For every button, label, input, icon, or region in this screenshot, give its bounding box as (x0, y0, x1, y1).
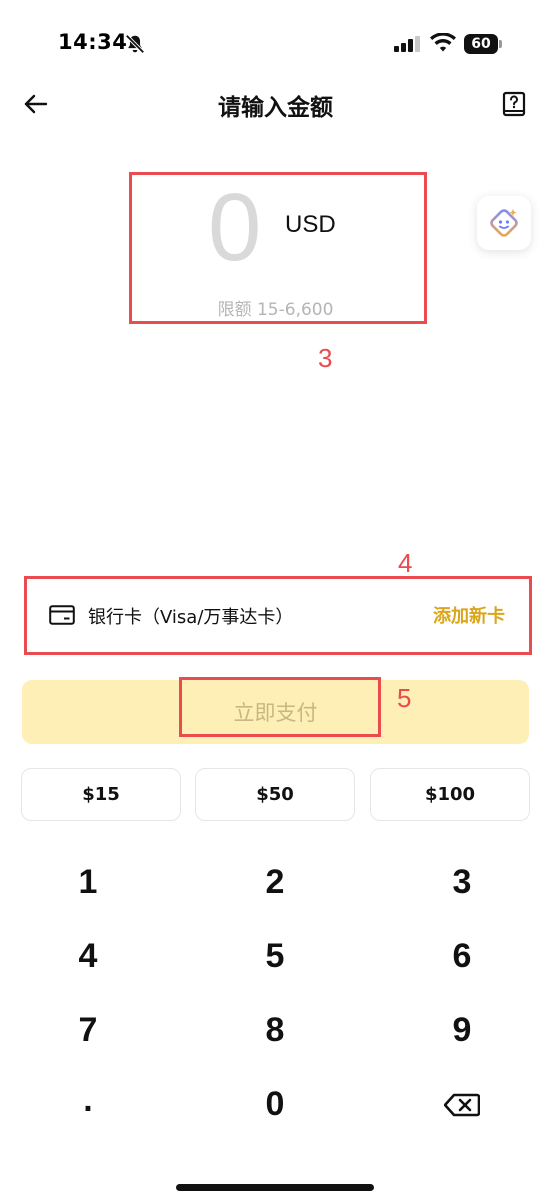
keypad-key-1[interactable]: 1 (18, 852, 158, 912)
keypad-key-7[interactable]: 7 (18, 1000, 158, 1060)
assistant-button[interactable] (477, 196, 531, 250)
page-title: 请输入金额 (218, 95, 333, 121)
keypad-key-3[interactable]: 3 (392, 852, 532, 912)
preset-amount-100[interactable]: $100 (370, 768, 530, 821)
battery-level: 60 (471, 36, 491, 52)
keypad-key-4[interactable]: 4 (18, 926, 158, 986)
wifi-icon (430, 33, 456, 52)
amount-limit: 限额 15-6,600 (217, 300, 334, 320)
preset-amount-15[interactable]: $15 (21, 768, 181, 821)
preset-amount-50[interactable]: $50 (195, 768, 355, 821)
annotation-number-amount: 3 (318, 343, 333, 373)
home-indicator (176, 1184, 374, 1191)
keypad-key-2[interactable]: 2 (205, 852, 345, 912)
status-time: 14:34 (58, 30, 128, 54)
keypad-key-8[interactable]: 8 (205, 1000, 345, 1060)
add-card-link[interactable]: 添加新卡 (433, 602, 505, 628)
battery-icon: 60 (464, 34, 502, 54)
amount-currency: USD (285, 211, 336, 238)
keypad-key-5[interactable]: 5 (205, 926, 345, 986)
annotation-number-payment: 4 (398, 548, 413, 578)
backspace-icon[interactable] (444, 1093, 480, 1117)
annotation-number-pay: 5 (397, 683, 412, 713)
keypad-key-9[interactable]: 9 (392, 1000, 532, 1060)
annotation-box-pay (179, 677, 381, 737)
signal-icon (394, 36, 420, 52)
payment-method-label: 银行卡（Visa/万事达卡） (88, 607, 294, 628)
keypad-key-6[interactable]: 6 (392, 926, 532, 986)
keypad-key-0[interactable]: 0 (205, 1074, 345, 1134)
assistant-face-icon (490, 209, 518, 237)
help-book-icon[interactable] (501, 91, 527, 119)
bell-slash-icon (125, 34, 145, 54)
amount-value[interactable]: 0 (208, 178, 261, 278)
credit-card-icon (49, 605, 75, 625)
status-bar: 14:34 60 (0, 0, 551, 90)
payment-method-row[interactable]: 银行卡（Visa/万事达卡） 添加新卡 (26, 578, 531, 654)
keypad-key-decimal[interactable]: . (18, 1070, 158, 1130)
